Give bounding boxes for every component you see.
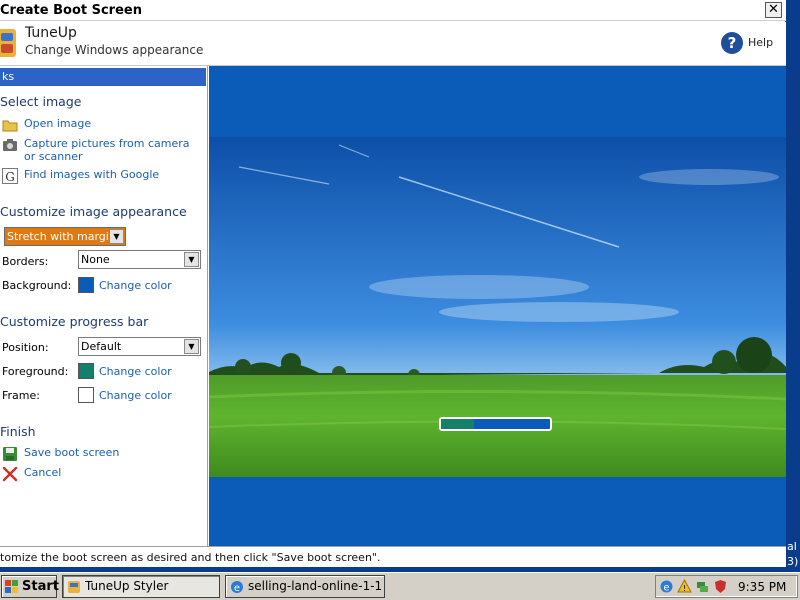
position-label: Position: (2, 341, 49, 354)
position-dropdown[interactable]: Default ▼ (78, 337, 201, 356)
image-mode-value: Stretch with margins (7, 230, 122, 243)
capture-pictures-link[interactable]: Capture pictures from camera or scanner (2, 137, 202, 163)
boot-screen-preview (209, 66, 786, 546)
svg-text:G: G (5, 170, 15, 184)
taskbar-item-tuneup-styler[interactable]: TuneUp Styler (62, 575, 220, 598)
cancel-label: Cancel (24, 466, 62, 479)
finish-title: Finish (0, 424, 36, 439)
select-image-title: Select image (0, 94, 82, 109)
find-images-google-label: Find images with Google (24, 168, 160, 181)
boot-progress-fill (441, 419, 474, 429)
taskbar-item-label: selling-land-online-1-1... (248, 579, 382, 593)
open-image-label: Open image (24, 117, 92, 130)
camera-icon (3, 139, 17, 151)
ie-icon: e (231, 581, 243, 594)
svg-text:e: e (663, 583, 669, 594)
borders-value: None (81, 253, 110, 266)
tasks-sidebar: ks Select image Open image Capture pictu… (0, 66, 208, 546)
image-mode-dropdown[interactable]: Stretch with margins ▼ (4, 227, 126, 246)
foreground-change-color-link[interactable]: Change color (99, 365, 172, 378)
app-name: TuneUp (25, 25, 77, 41)
help-label: Help (748, 36, 774, 49)
network-icon[interactable] (695, 579, 710, 594)
window-title: Create Boot Screen (0, 3, 142, 18)
help-icon: ? (721, 32, 743, 54)
chevron-down-icon: ▼ (184, 339, 199, 354)
security-alert-icon[interactable]: ! (677, 579, 692, 594)
frame-color-swatch[interactable] (78, 387, 94, 403)
foreground-color-swatch[interactable] (78, 363, 94, 379)
capture-pictures-label: Capture pictures from camera or scanner (24, 137, 190, 163)
find-images-google-link[interactable]: G Find images with Google (2, 168, 159, 184)
chevron-down-icon: ▼ (184, 252, 199, 267)
ie-tray-icon[interactable]: e (659, 579, 674, 594)
cancel-x-icon (2, 466, 18, 482)
google-icon: G (2, 168, 18, 184)
customize-progress-bar-title: Customize progress bar (0, 314, 149, 329)
frame-label: Frame: (2, 389, 40, 402)
windows-flag-icon (5, 580, 18, 593)
boot-progress-bar-preview (439, 417, 552, 431)
tuneup-icon (68, 581, 80, 593)
close-button[interactable]: ✕ (765, 2, 782, 18)
start-label: Start (22, 579, 59, 594)
background-color-swatch[interactable] (78, 277, 94, 293)
folder-icon (2, 120, 18, 132)
create-boot-screen-window: Create Boot Screen ✕ TuneUp Change Windo… (0, 0, 786, 567)
taskbar-item-label: TuneUp Styler (85, 579, 169, 593)
position-value: Default (81, 340, 122, 353)
system-tray: e ! 9:35 PM (655, 575, 798, 598)
tuneup-logo-icon (0, 29, 16, 57)
foreground-label: Foreground: (2, 365, 69, 378)
status-bar: tomize the boot screen as desired and th… (0, 546, 786, 567)
customize-appearance-title: Customize image appearance (0, 204, 187, 219)
tasks-header: ks (0, 68, 206, 86)
help-button[interactable]: ? Help (721, 32, 774, 54)
svg-text:!: ! (683, 584, 686, 593)
cancel-link[interactable]: Cancel (2, 466, 61, 482)
start-button[interactable]: Start (1, 575, 59, 598)
shield-icon[interactable] (713, 579, 728, 594)
app-subtitle: Change Windows appearance (25, 43, 204, 57)
borders-dropdown[interactable]: None ▼ (78, 250, 201, 269)
frame-change-color-link[interactable]: Change color (99, 389, 172, 402)
clock[interactable]: 9:35 PM (738, 580, 786, 594)
background-label: Background: (2, 279, 72, 292)
svg-text:e: e (234, 583, 240, 594)
save-boot-screen-link[interactable]: Save boot screen (2, 446, 119, 462)
borders-label: Borders: (2, 255, 49, 268)
save-boot-screen-label: Save boot screen (24, 446, 120, 459)
save-disk-icon (3, 447, 17, 461)
app-header: TuneUp Change Windows appearance ? Help (0, 22, 786, 66)
title-bar: Create Boot Screen ✕ (0, 0, 786, 21)
desktop-fragment-text: 3) (787, 555, 799, 568)
taskbar-item-browser[interactable]: e selling-land-online-1-1... (225, 575, 385, 598)
desktop-fragment-text: al (787, 540, 797, 553)
chevron-down-icon: ▼ (109, 229, 124, 244)
open-image-link[interactable]: Open image (2, 117, 91, 133)
background-change-color-link[interactable]: Change color (99, 279, 172, 292)
status-text: tomize the boot screen as desired and th… (0, 551, 381, 564)
windows-taskbar: Start TuneUp Styler e selling-land-onlin… (0, 572, 800, 600)
